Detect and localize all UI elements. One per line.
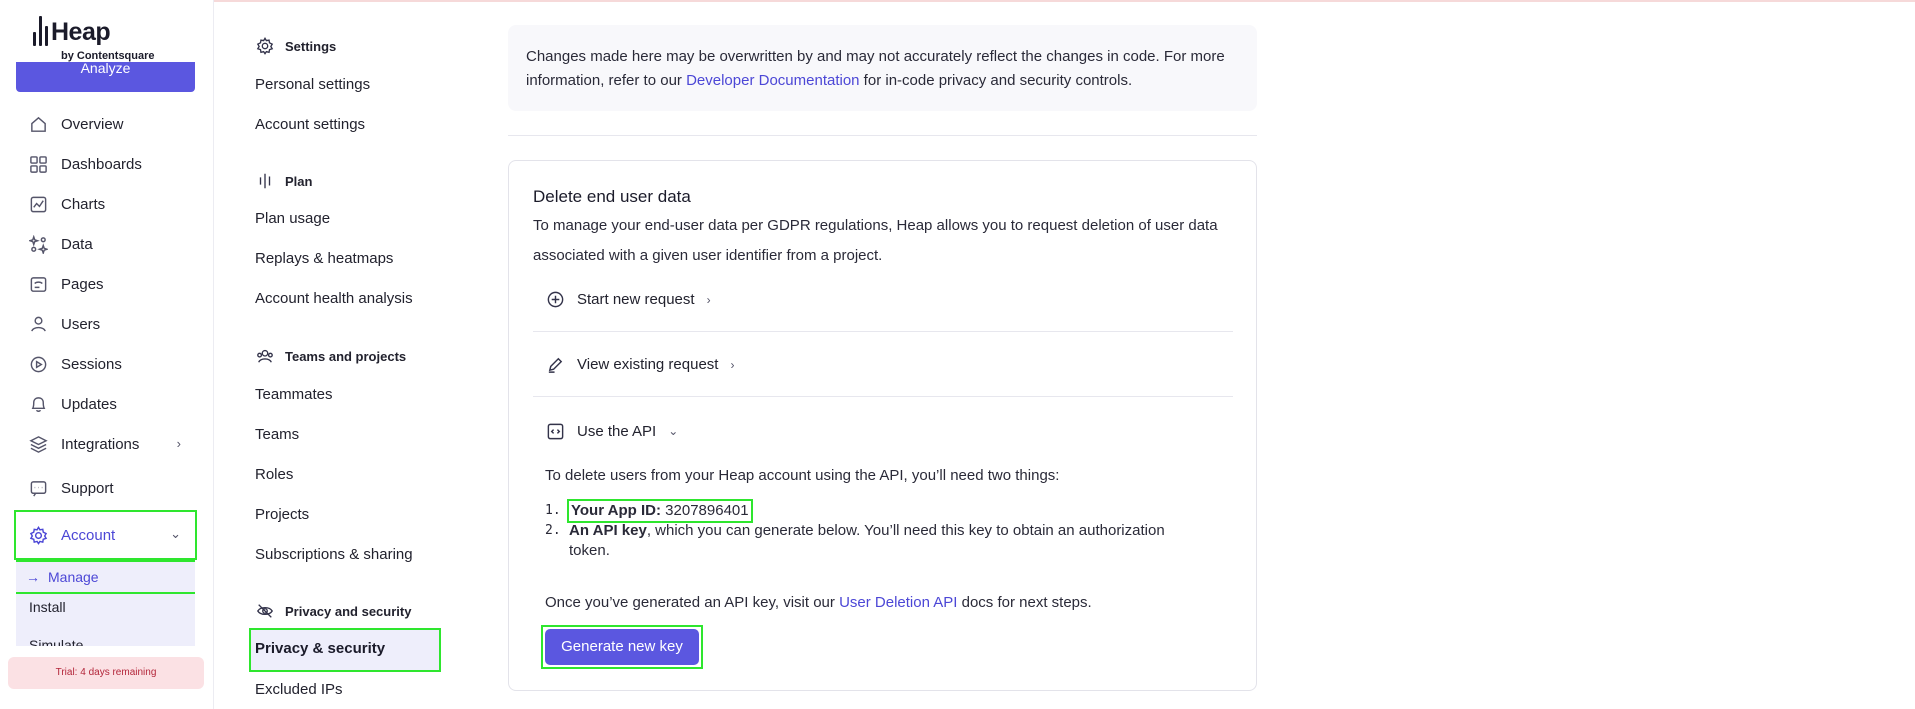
list-item: 1. Your App ID: 3207896401 [545,499,753,523]
support-icon [28,478,48,498]
link-account-health[interactable]: Account health analysis [255,290,413,307]
card-description: To manage your end-user data per GDPR re… [533,217,1218,264]
eye-off-icon [255,601,275,621]
nav-overview[interactable]: Overview [16,108,195,140]
link-account-settings[interactable]: Account settings [255,116,365,133]
link-privacy-security[interactable]: Privacy & security [249,628,441,672]
link-replays-heatmaps[interactable]: Replays & heatmaps [255,250,393,267]
nav-users[interactable]: Users [16,308,195,340]
analyze-button[interactable]: Analyze [16,62,195,92]
settings-nav: Settings Personal settings Account setti… [215,0,500,709]
brand-name: Heap [51,18,111,46]
nav-integrations[interactable]: Integrations › [16,428,195,460]
heap-logo-icon [33,16,49,46]
chevron-right-icon: › [176,436,181,451]
developer-docs-link[interactable]: Developer Documentation [686,72,859,89]
nav-support[interactable]: Support [16,472,195,504]
nav-sessions[interactable]: Sessions [16,348,195,380]
chevron-right-icon: › [730,357,735,372]
nav-pages[interactable]: Pages [16,268,195,300]
pages-icon [28,274,48,294]
generate-new-key-button[interactable]: Generate new key [545,629,699,665]
start-new-request-row[interactable]: Start new request › [533,268,1233,332]
section-plan: Plan [255,171,312,191]
app-id: Your App ID: 3207896401 [567,499,753,523]
link-plan-usage[interactable]: Plan usage [255,210,330,227]
section-teams-projects: Teams and projects [255,346,406,366]
users-icon [28,314,48,334]
account-subnav: → Manage Install Simulate [16,560,195,646]
link-teams[interactable]: Teams [255,426,299,443]
link-projects[interactable]: Projects [255,506,309,523]
sparkle-icon [28,234,48,254]
trial-banner[interactable]: Trial: 4 days remaining [8,657,204,689]
link-roles[interactable]: Roles [255,466,293,483]
pencil-icon [545,355,565,375]
gear-icon [255,36,275,56]
link-subscriptions-sharing[interactable]: Subscriptions & sharing [255,546,413,563]
delete-user-data-card: Delete end user data To manage your end-… [508,160,1257,691]
bell-icon [28,394,48,414]
api-requirements-list: 1. Your App ID: 3207896401 2. An API key… [545,499,1205,561]
api-intro: To delete users from your Heap account u… [545,467,1060,484]
subnav-manage[interactable]: → Manage [16,560,195,594]
section-settings: Settings [255,36,336,56]
view-existing-request-row[interactable]: View existing request › [533,333,1233,397]
home-icon [28,114,48,134]
link-teammates[interactable]: Teammates [255,386,333,403]
divider [508,135,1257,136]
chart-icon [28,194,48,214]
left-nav: Heap by Contentsquare Analyze Overview D… [0,0,214,709]
nav-charts[interactable]: Charts [16,188,195,220]
nav-data[interactable]: Data [16,228,195,260]
team-icon [255,346,275,366]
plan-icon [255,171,275,191]
api-next-steps: Once you’ve generated an API key, visit … [545,594,1092,611]
link-personal-settings[interactable]: Personal settings [255,76,370,93]
card-title: Delete end user data [533,187,691,206]
subnav-simulate[interactable]: Simulate [16,630,195,646]
arrow-right-icon: → [26,569,40,585]
grid-icon [28,154,48,174]
section-privacy-security: Privacy and security [255,601,411,621]
user-deletion-api-link[interactable]: User Deletion API [839,594,957,611]
nav-updates[interactable]: Updates [16,388,195,420]
chevron-down-icon: ⌄ [668,424,679,438]
chevron-right-icon: › [706,292,711,307]
nav-dashboards[interactable]: Dashboards [16,148,195,180]
play-icon [28,354,48,374]
brand-byline: by Contentsquare [61,50,155,62]
chevron-down-icon: ⌄ [170,526,181,541]
nav-account[interactable]: Account ⌄ [14,510,197,560]
use-the-api-row[interactable]: Use the API ⌄ [533,399,1233,463]
list-item: 2. An API key, which you can generate be… [545,522,1165,559]
code-override-notice: Changes made here may be overwritten by … [508,25,1257,111]
gear-icon [28,525,48,545]
plus-circle-icon [545,290,565,310]
link-excluded-ips[interactable]: Excluded IPs [255,681,343,698]
layers-icon [28,434,48,454]
subnav-install[interactable]: Install [16,592,195,622]
code-icon [545,421,565,441]
